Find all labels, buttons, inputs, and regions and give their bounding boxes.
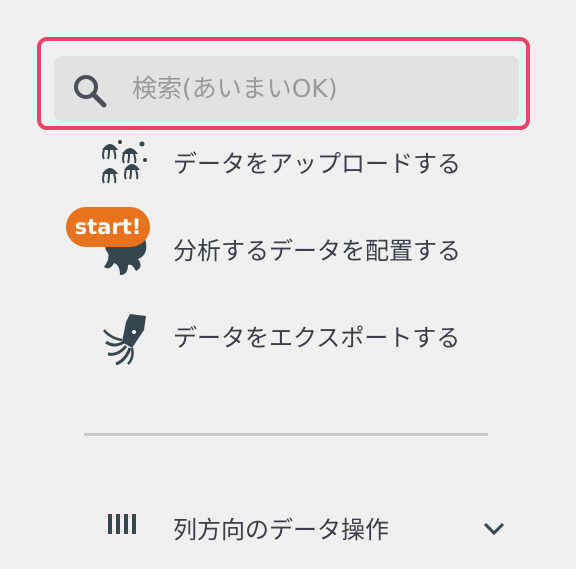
search-input[interactable] bbox=[132, 56, 507, 121]
start-badge: start! bbox=[66, 207, 150, 247]
menu-item-label: データをアップロードする bbox=[173, 150, 461, 178]
menu-item-arrange[interactable]: 分析するデータを配置する bbox=[96, 221, 516, 281]
divider bbox=[84, 433, 488, 436]
search-box[interactable] bbox=[54, 56, 519, 121]
jellyfish-icon bbox=[102, 140, 147, 184]
section-label: 列方向のデータ操作 bbox=[173, 516, 389, 544]
menu-item-export[interactable]: データをエクスポートする bbox=[96, 308, 516, 368]
search-icon bbox=[74, 75, 107, 108]
section-column-operations[interactable]: 列方向のデータ操作 bbox=[96, 502, 516, 552]
menu-item-upload[interactable]: データをアップロードする bbox=[96, 134, 516, 194]
squid-icon bbox=[103, 314, 146, 366]
columns-icon bbox=[108, 514, 136, 534]
menu-item-label: 分析するデータを配置する bbox=[173, 237, 461, 265]
chevron-down-icon[interactable] bbox=[482, 520, 506, 538]
menu-item-label: データをエクスポートする bbox=[173, 324, 461, 352]
